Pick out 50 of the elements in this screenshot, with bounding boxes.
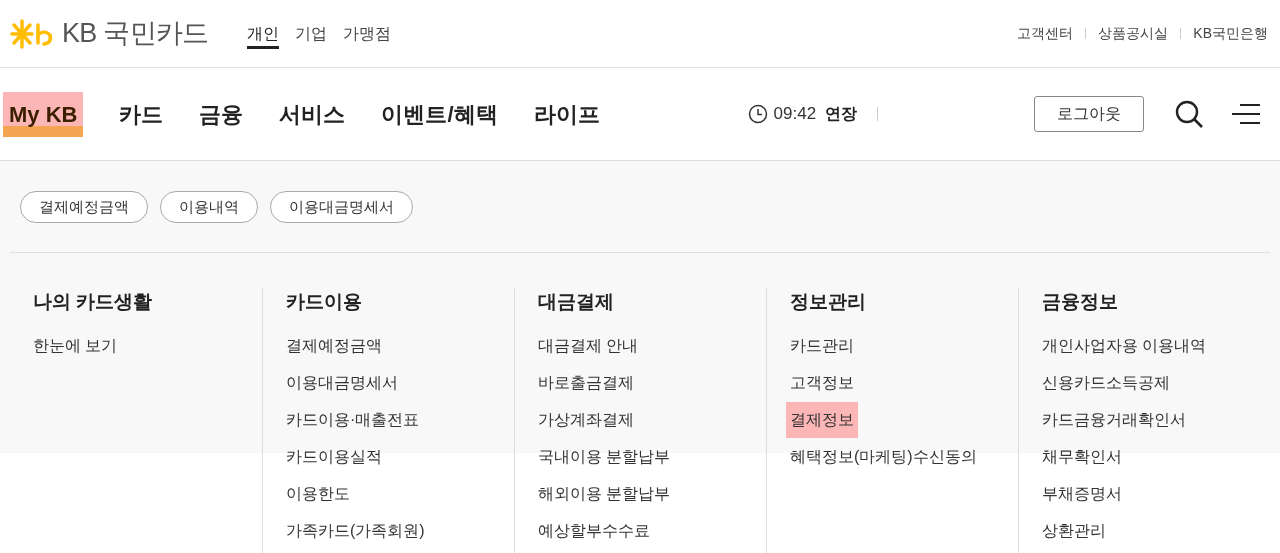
menu-link[interactable]: 카드이용·매출전표 xyxy=(286,407,420,433)
utility-link[interactable]: 상품공시실 xyxy=(1098,23,1169,44)
quick-link-chip[interactable]: 이용대금명세서 xyxy=(270,191,413,223)
main-nav-item[interactable]: 라이프 xyxy=(533,91,600,137)
quick-link-chip[interactable]: 이용내역 xyxy=(160,191,258,223)
utility-link[interactable]: KB국민은행 xyxy=(1193,23,1268,44)
menu-link[interactable]: 가족카드(가족회원) xyxy=(286,518,425,544)
segment-tab[interactable]: 가맹점 xyxy=(342,18,391,49)
menu-link[interactable]: 카드금융거래확인서 xyxy=(1042,407,1186,433)
menu-link[interactable]: 이용한도 xyxy=(286,481,350,507)
menu-column-title: 정보관리 xyxy=(790,290,867,314)
menu-column-title: 대금결제 xyxy=(538,290,615,314)
menu-icon[interactable] xyxy=(1232,102,1260,126)
search-icon[interactable] xyxy=(1174,99,1204,129)
menu-link[interactable]: 채무확인서 xyxy=(1042,444,1122,470)
menu-link[interactable]: 한눈에 보기 xyxy=(33,333,118,359)
menu-link[interactable]: 신용카드소득공제 xyxy=(1042,370,1170,396)
menu-link[interactable]: 부채증명서 xyxy=(1042,481,1122,507)
main-nav-item[interactable]: 서비스 xyxy=(279,91,346,137)
menu-link[interactable]: 바로출금결제 xyxy=(538,370,634,396)
session-time: 09:42 xyxy=(773,103,817,126)
menu-link[interactable]: 고객정보 xyxy=(790,370,854,396)
main-nav-item[interactable]: 이벤트/혜택 xyxy=(381,91,498,137)
logout-button[interactable]: 로그아웃 xyxy=(1034,96,1144,132)
menu-link[interactable]: 혜택정보(마케팅)수신동의 xyxy=(790,444,977,470)
quick-link-chip[interactable]: 결제예정금액 xyxy=(20,191,148,223)
menu-link[interactable]: 카드이용실적 xyxy=(286,444,382,470)
utility-link[interactable]: 고객센터 xyxy=(1017,23,1074,44)
menu-link[interactable]: 예상할부수수료 xyxy=(538,518,650,544)
clock-icon xyxy=(747,104,768,124)
menu-link[interactable]: 이용대금명세서 xyxy=(286,370,398,396)
menu-column-title: 금융정보 xyxy=(1042,290,1119,314)
extend-button[interactable]: 연장 xyxy=(825,102,858,126)
segment-tab[interactable]: 기업 xyxy=(294,18,327,49)
menu-column-title: 카드이용 xyxy=(286,290,363,314)
main-nav-item[interactable]: 카드 xyxy=(119,91,164,137)
menu-link[interactable]: 카드관리 xyxy=(790,333,854,359)
menu-link[interactable]: 결제정보 xyxy=(786,402,858,438)
menu-link[interactable]: 결제예정금액 xyxy=(286,333,382,359)
logo-text[interactable]: KB 국민카드 xyxy=(62,13,209,54)
segment-tab[interactable]: 개인 xyxy=(246,18,279,49)
main-nav-item[interactable]: My KB xyxy=(3,91,84,137)
menu-link[interactable]: 개인사업자용 이용내역 xyxy=(1042,333,1207,359)
menu-link[interactable]: 가상계좌결제 xyxy=(538,407,634,433)
menu-link[interactable]: 국내이용 분할납부 xyxy=(538,444,671,470)
menu-link[interactable]: 상환관리 xyxy=(1042,518,1106,544)
menu-link[interactable]: 해외이용 분할납부 xyxy=(538,481,671,507)
menu-column-title: 나의 카드생활 xyxy=(33,290,154,314)
menu-link[interactable]: 대금결제 안내 xyxy=(538,333,639,359)
main-nav-item[interactable]: 금융 xyxy=(199,91,244,137)
